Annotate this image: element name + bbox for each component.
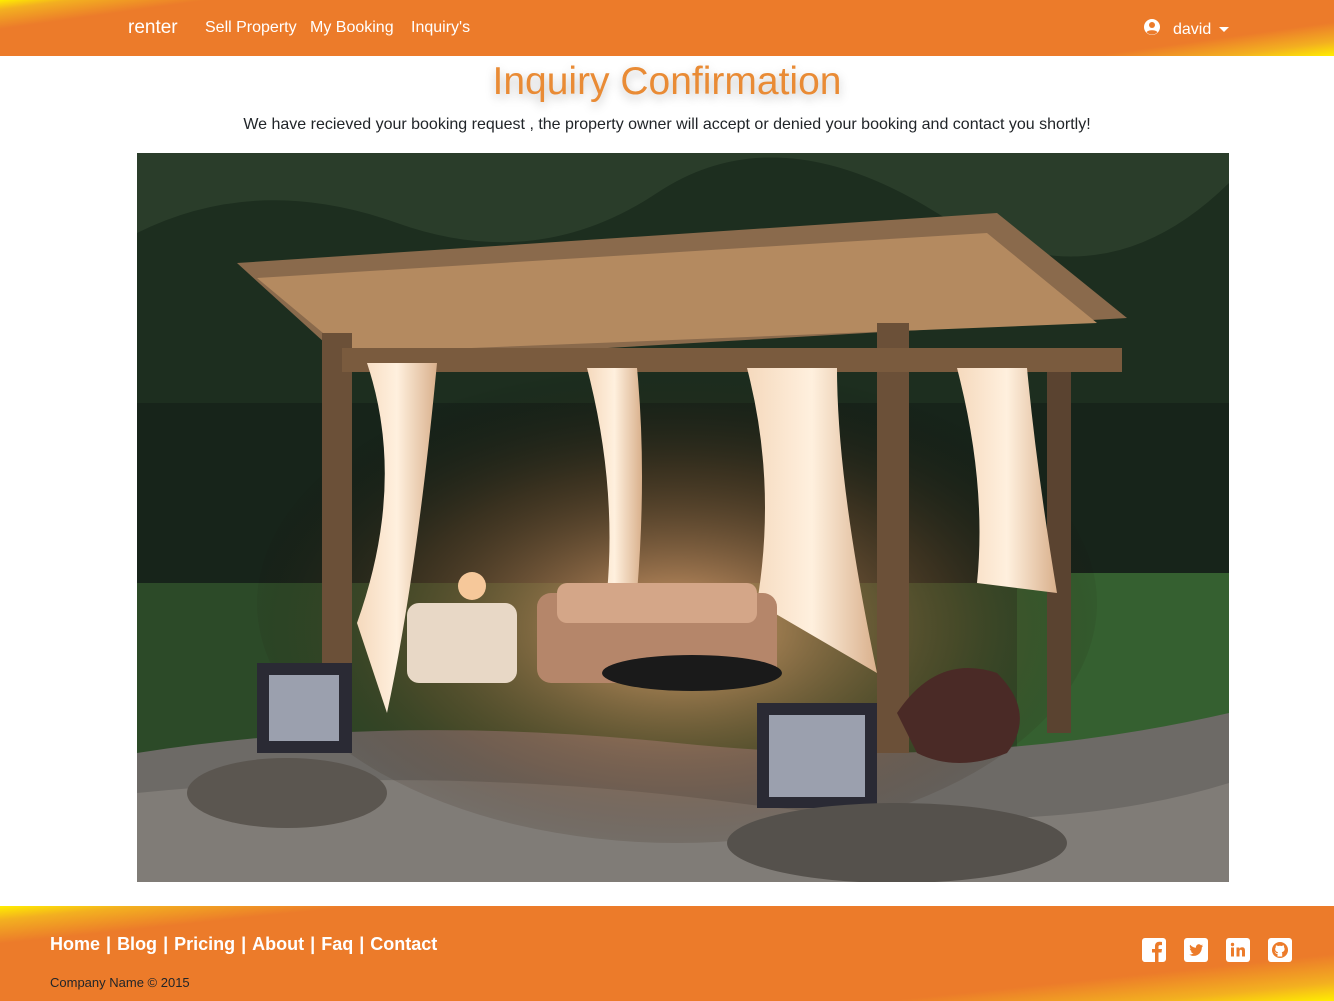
footer-separator: | bbox=[241, 934, 247, 954]
user-circle-icon bbox=[1143, 18, 1173, 41]
nav-link-inquirys[interactable]: Inquiry's bbox=[411, 19, 470, 37]
footer-separator: | bbox=[163, 934, 169, 954]
chevron-down-icon bbox=[1219, 27, 1230, 32]
footer-link-blog[interactable]: Blog bbox=[117, 934, 157, 955]
social-links bbox=[1142, 938, 1310, 962]
twitter-icon[interactable] bbox=[1184, 938, 1208, 962]
user-name: david bbox=[1173, 20, 1212, 38]
footer-link-pricing[interactable]: Pricing bbox=[174, 934, 235, 955]
footer-link-home[interactable]: Home bbox=[50, 934, 100, 955]
confirmation-message: We have recieved your booking request , … bbox=[243, 116, 1091, 133]
footer-separator: | bbox=[359, 934, 365, 954]
copyright-text: Company Name © 2015 bbox=[50, 975, 190, 990]
navbar: renter Sell Property My Booking Inquiry'… bbox=[0, 0, 1334, 56]
footer: Home | Blog | Pricing | About | Faq | Co… bbox=[0, 906, 1334, 1001]
nav-link-my-booking[interactable]: My Booking bbox=[310, 19, 394, 37]
github-icon[interactable] bbox=[1268, 938, 1292, 962]
footer-separator: | bbox=[310, 934, 316, 954]
footer-separator: | bbox=[106, 934, 112, 954]
nav-link-sell-property[interactable]: Sell Property bbox=[205, 19, 297, 37]
footer-link-contact[interactable]: Contact bbox=[370, 934, 437, 955]
footer-link-faq[interactable]: Faq bbox=[321, 934, 353, 955]
brand-link[interactable]: renter bbox=[128, 17, 178, 39]
gazebo-photo bbox=[137, 153, 1229, 882]
footer-link-about[interactable]: About bbox=[252, 934, 304, 955]
linkedin-icon[interactable] bbox=[1226, 938, 1250, 962]
footer-nav: Home | Blog | Pricing | About | Faq | Co… bbox=[50, 934, 437, 955]
facebook-icon[interactable] bbox=[1142, 938, 1166, 962]
user-menu-dropdown[interactable]: david bbox=[1143, 18, 1230, 41]
page-title: Inquiry Confirmation bbox=[492, 60, 842, 103]
